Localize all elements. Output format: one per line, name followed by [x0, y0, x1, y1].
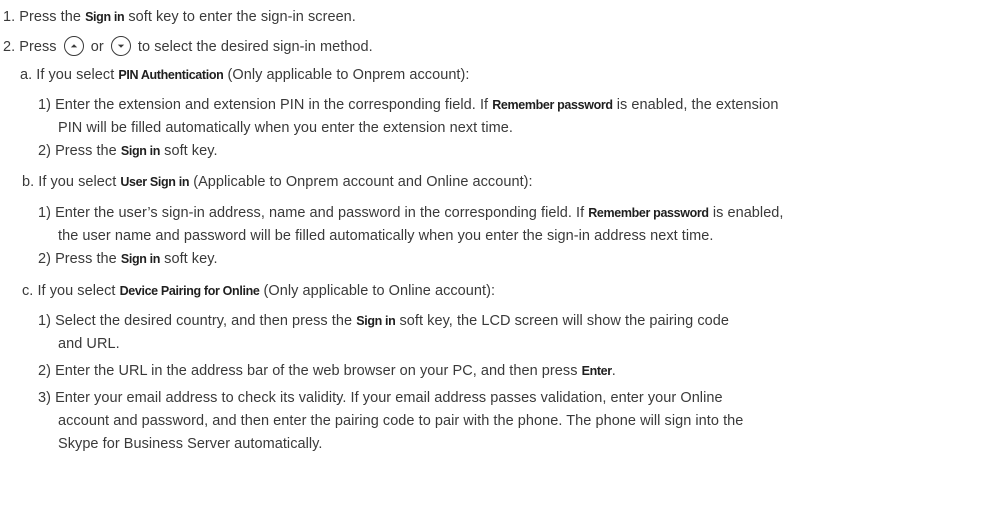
enter-key-label: Enter: [581, 364, 613, 378]
remember-password-label: Remember password: [492, 98, 613, 112]
remember-password-label: Remember password: [588, 206, 709, 220]
text: soft key to enter the sign-in screen.: [124, 9, 356, 25]
text: a. If you select: [20, 67, 119, 83]
option-a-step-1: 1) Enter the extension and extension PIN…: [38, 96, 778, 114]
option-c-step-1-cont: and URL.: [58, 336, 120, 352]
step-number: 2.: [3, 38, 16, 55]
option-a-heading: a. If you select PIN Authentication (Onl…: [20, 66, 469, 84]
text: 1) Enter the user’s sign-in address, nam…: [38, 205, 589, 221]
text: or: [86, 38, 108, 55]
option-a-step-2: 2) Press the Sign in soft key.: [38, 142, 218, 160]
text: soft key.: [160, 143, 218, 159]
option-b-step-1: 1) Enter the user’s sign-in address, nam…: [38, 204, 784, 222]
down-arrow-key-icon: [110, 36, 131, 56]
device-pairing-label: Device Pairing for Online: [119, 284, 260, 298]
text: c. If you select: [22, 283, 120, 299]
text: to select the desired sign-in method.: [133, 38, 373, 55]
option-b-step-1-cont: the user name and password will be fille…: [58, 228, 714, 244]
option-c-step-1: 1) Select the desired country, and then …: [38, 312, 729, 330]
text: (Only applicable to Onprem account):: [223, 67, 470, 83]
option-c-step-2: 2) Enter the URL in the address bar of t…: [38, 362, 616, 380]
text: 1) Enter the extension and extension PIN…: [38, 97, 493, 113]
option-c-step-3-cont-1: account and password, and then enter the…: [58, 413, 744, 429]
text: b. If you select: [22, 174, 121, 190]
text: is enabled,: [708, 205, 784, 221]
text: 1) Select the desired country, and then …: [38, 313, 357, 329]
text: soft key, the LCD screen will show the p…: [395, 313, 729, 329]
up-arrow-key-icon: [63, 36, 84, 56]
step-2: 2. Press or to select the desired sign-i…: [3, 36, 373, 57]
step-1: 1. Press the Sign in soft key to enter t…: [3, 8, 356, 26]
text: (Applicable to Onprem account and Online…: [189, 174, 533, 190]
sign-in-key-label: Sign in: [356, 314, 396, 328]
step-number: 1.: [3, 9, 16, 25]
sign-in-key-label: Sign in: [120, 144, 161, 158]
text: soft key.: [160, 251, 218, 267]
document-page: 1. Press the Sign in soft key to enter t…: [0, 0, 996, 527]
text: 2) Press the: [38, 251, 121, 267]
sign-in-key-label: Sign in: [85, 10, 125, 24]
sign-in-key-label: Sign in: [120, 252, 161, 266]
text: .: [611, 363, 616, 379]
user-sign-in-label: User Sign in: [120, 175, 190, 189]
text: 2) Enter the URL in the address bar of t…: [38, 363, 582, 379]
text: Press the: [15, 9, 86, 25]
option-c-step-3-cont-2: Skype for Business Server automatically.: [58, 436, 323, 452]
text: Press: [15, 38, 61, 55]
text: is enabled, the extension: [612, 97, 779, 113]
text: (Only applicable to Online account):: [259, 283, 496, 299]
option-a-step-1-cont: PIN will be filled automatically when yo…: [58, 120, 513, 136]
pin-authentication-label: PIN Authentication: [118, 68, 224, 82]
text: 2) Press the: [38, 143, 121, 159]
option-b-heading: b. If you select User Sign in (Applicabl…: [22, 173, 533, 191]
option-b-step-2: 2) Press the Sign in soft key.: [38, 250, 218, 268]
option-c-step-3: 3) Enter your email address to check its…: [38, 390, 723, 406]
option-c-heading: c. If you select Device Pairing for Onli…: [22, 282, 495, 300]
